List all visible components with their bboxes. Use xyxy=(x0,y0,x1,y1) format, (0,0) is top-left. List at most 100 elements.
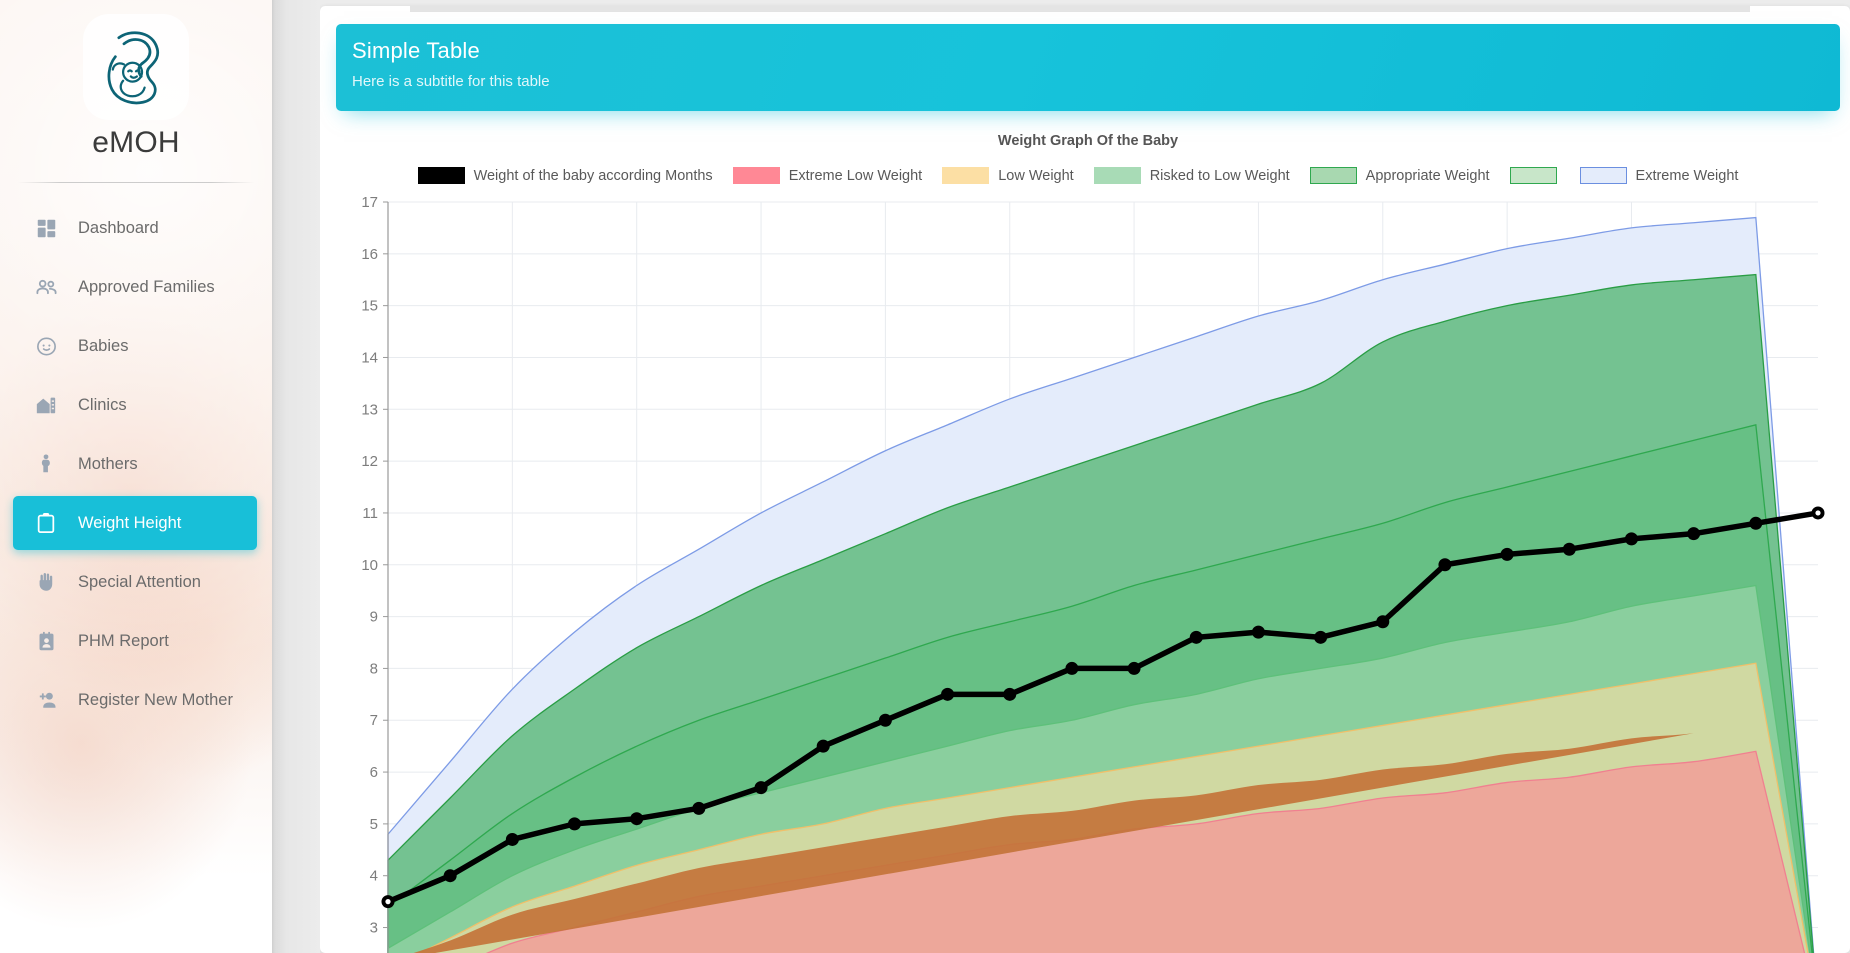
baby-face-icon xyxy=(31,331,61,361)
clinic-building-icon xyxy=(31,390,61,420)
data-point[interactable] xyxy=(1127,661,1141,675)
page-header-banner: Simple Table Here is a subtitle for this… xyxy=(336,24,1840,111)
sidebar-item-dashboard[interactable]: Dashboard xyxy=(13,201,257,255)
data-point[interactable] xyxy=(941,687,955,701)
legend-label: Appropriate Weight xyxy=(1365,167,1490,184)
svg-text:15: 15 xyxy=(361,298,378,315)
legend-item[interactable]: Risked to Low Weight xyxy=(1093,167,1290,184)
people-group-icon xyxy=(31,272,61,302)
legend-label: Extreme Weight xyxy=(1635,167,1739,184)
svg-text:13: 13 xyxy=(361,401,378,418)
sidebar-item-mothers[interactable]: Mothers xyxy=(13,437,257,491)
weight-chart-region: Weight Graph Of the Baby Weight of the b… xyxy=(336,116,1840,953)
sidebar-item-register-new-mother[interactable]: Register New Mother xyxy=(13,673,257,727)
legend-swatch xyxy=(1579,167,1627,184)
sidebar-item-phm-report[interactable]: PHM Report xyxy=(13,614,257,668)
data-point[interactable] xyxy=(1624,532,1638,546)
data-point[interactable] xyxy=(568,817,582,831)
data-point[interactable] xyxy=(1500,547,1514,561)
card-top-edge xyxy=(410,6,1750,12)
data-point[interactable] xyxy=(1189,630,1203,644)
legend-label: Low Weight xyxy=(998,167,1074,184)
sidebar-divider xyxy=(18,182,254,183)
legend-item[interactable]: Low Weight xyxy=(942,167,1074,184)
content-gutter xyxy=(272,0,320,953)
data-point[interactable] xyxy=(1562,542,1576,556)
data-point[interactable] xyxy=(505,832,519,846)
sidebar-nav: Dashboard Approved Families Babies Clini… xyxy=(0,201,272,727)
raised-hand-icon xyxy=(31,567,61,597)
legend-item[interactable]: Extreme Weight xyxy=(1579,167,1739,184)
chart-bands xyxy=(387,216,1815,953)
data-point[interactable] xyxy=(443,869,457,883)
legend-item[interactable]: Weight of the baby according Months xyxy=(417,167,713,184)
brand-name: eMOH xyxy=(92,126,180,159)
page-subtitle: Here is a subtitle for this table xyxy=(352,73,550,90)
sidebar-item-label: Register New Mother xyxy=(78,690,233,709)
svg-text:4: 4 xyxy=(370,868,378,885)
legend-swatch xyxy=(1093,167,1141,184)
data-point[interactable] xyxy=(1438,558,1452,572)
sidebar-item-label: Weight Height xyxy=(78,513,182,532)
page-title: Simple Table xyxy=(352,38,480,63)
legend-label: Risked to Low Weight xyxy=(1149,167,1290,184)
clipboard-icon xyxy=(31,508,61,538)
brand-block[interactable]: eMOH xyxy=(0,0,272,160)
svg-text:5: 5 xyxy=(370,816,378,833)
add-person-icon xyxy=(31,685,61,715)
sidebar-item-label: Babies xyxy=(78,336,129,355)
page-card: Simple Table Here is a subtitle for this… xyxy=(320,6,1850,953)
legend-swatch xyxy=(1309,167,1357,184)
sidebar-item-clinics[interactable]: Clinics xyxy=(13,378,257,432)
sidebar-item-label: Clinics xyxy=(78,395,127,414)
sidebar-item-label: Mothers xyxy=(78,454,138,473)
data-point[interactable] xyxy=(1376,615,1390,629)
svg-text:9: 9 xyxy=(370,609,378,626)
sidebar: eMOH Dashboard Approved Families Babies … xyxy=(0,0,272,953)
sidebar-item-special-attention[interactable]: Special Attention xyxy=(13,555,257,609)
svg-text:16: 16 xyxy=(361,246,378,263)
chart-y-axis-labels: 3 4 5 6 7 8 9 10 11 12 13 14 15 16 17 xyxy=(361,194,388,937)
dashboard-grid-icon xyxy=(31,213,61,243)
data-point[interactable] xyxy=(692,801,706,815)
data-point[interactable] xyxy=(1251,625,1265,639)
data-point[interactable] xyxy=(754,781,768,795)
svg-text:7: 7 xyxy=(370,712,378,729)
svg-text:8: 8 xyxy=(370,660,378,677)
data-point[interactable] xyxy=(816,739,830,753)
data-point[interactable] xyxy=(878,713,892,727)
data-point[interactable] xyxy=(1314,630,1328,644)
sidebar-item-weight-height[interactable]: Weight Height xyxy=(13,496,257,550)
svg-text:12: 12 xyxy=(361,453,378,470)
chart-plot-area: 3 4 5 6 7 8 9 10 11 12 13 14 15 16 17 xyxy=(336,194,1840,953)
svg-text:11: 11 xyxy=(362,505,378,522)
legend-label: Weight of the baby according Months xyxy=(473,167,713,184)
data-point[interactable] xyxy=(630,812,644,826)
data-point[interactable] xyxy=(1687,527,1701,541)
weight-growth-chart-svg: 3 4 5 6 7 8 9 10 11 12 13 14 15 16 17 xyxy=(361,194,1825,953)
legend-item[interactable] xyxy=(1509,167,1566,184)
data-point[interactable] xyxy=(1003,687,1017,701)
id-badge-icon xyxy=(31,626,61,656)
sidebar-item-babies[interactable]: Babies xyxy=(13,319,257,373)
legend-swatch xyxy=(1509,167,1557,184)
svg-text:17: 17 xyxy=(361,194,378,211)
sidebar-item-label: Dashboard xyxy=(78,218,159,237)
legend-swatch xyxy=(417,167,465,184)
svg-text:10: 10 xyxy=(361,557,378,574)
data-point[interactable] xyxy=(1749,516,1763,530)
sidebar-item-label: Approved Families xyxy=(78,277,215,296)
main-content: Simple Table Here is a subtitle for this… xyxy=(320,0,1850,953)
svg-text:6: 6 xyxy=(370,764,378,781)
app-root: { "brand": { "name": "eMOH", "logo_icon"… xyxy=(0,0,1850,953)
legend-item[interactable]: Appropriate Weight xyxy=(1309,167,1490,184)
chart-title: Weight Graph Of the Baby xyxy=(997,133,1179,149)
chart-legend: Weight of the baby according Months Extre… xyxy=(336,167,1840,184)
data-point[interactable] xyxy=(1065,661,1079,675)
legend-item[interactable]: Extreme Low Weight xyxy=(732,167,922,184)
sidebar-item-label: Special Attention xyxy=(78,572,201,591)
pregnant-woman-icon xyxy=(31,449,61,479)
legend-swatch xyxy=(732,167,780,184)
mother-and-baby-logo-icon xyxy=(83,14,189,120)
sidebar-item-approved-families[interactable]: Approved Families xyxy=(13,260,257,314)
